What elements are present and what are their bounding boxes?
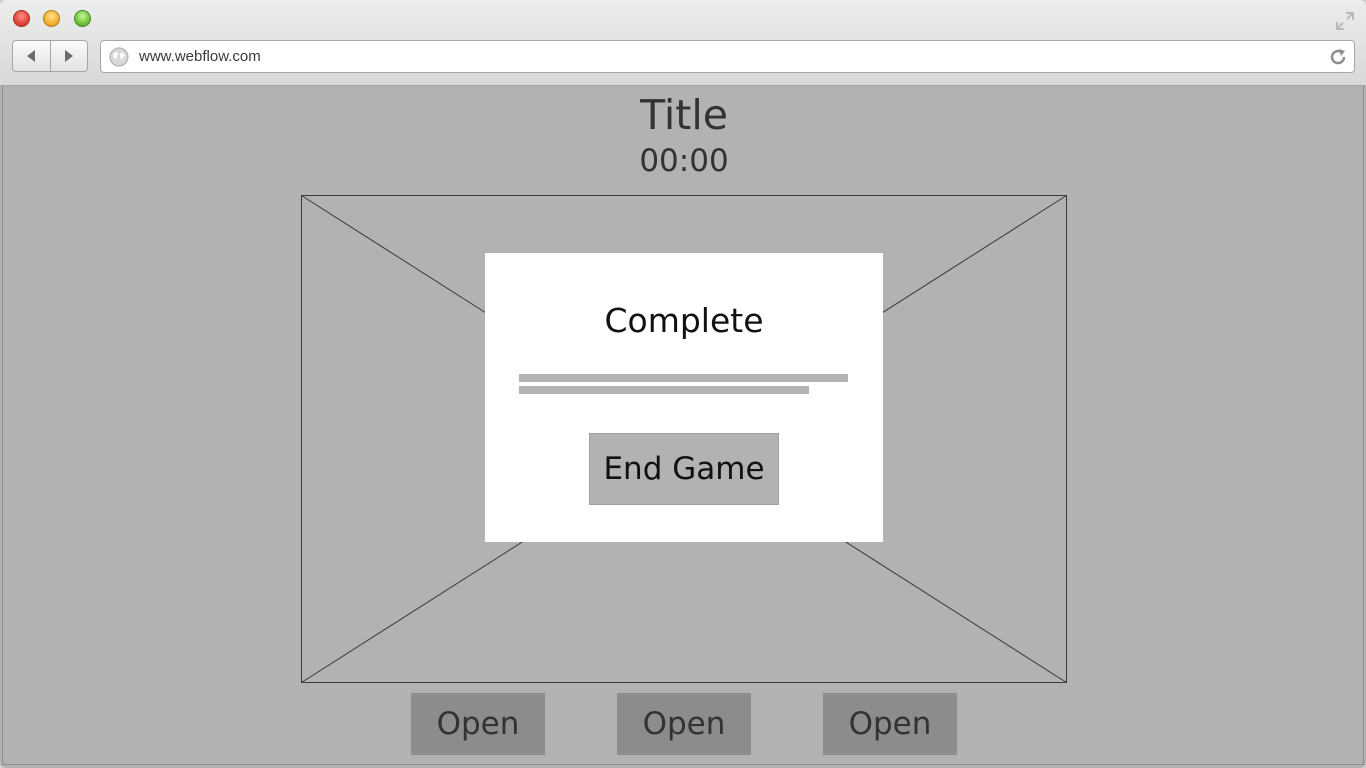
fullscreen-icon[interactable] [1334, 10, 1356, 32]
close-window-button[interactable] [13, 10, 30, 27]
url-text: www.webflow.com [139, 48, 261, 65]
history-navigation [12, 40, 88, 72]
back-arrow-icon [27, 50, 36, 62]
open-button-2[interactable]: Open [617, 693, 751, 755]
complete-dialog: Complete End Game [485, 253, 883, 542]
back-button[interactable] [13, 41, 50, 71]
reload-icon[interactable] [1328, 47, 1348, 67]
minimize-window-button[interactable] [43, 10, 60, 27]
page-content: Title 00:00 Complete End Game Open Open … [2, 86, 1364, 765]
maximize-window-button[interactable] [74, 10, 91, 27]
text-placeholder-line [519, 386, 809, 394]
address-bar[interactable]: www.webflow.com [100, 40, 1355, 73]
globe-icon [109, 47, 129, 67]
end-game-button[interactable]: End Game [589, 433, 779, 505]
forward-arrow-icon [64, 50, 73, 62]
dialog-title: Complete [604, 301, 764, 340]
text-placeholder-line [519, 374, 848, 382]
forward-button[interactable] [49, 41, 88, 71]
open-button-1[interactable]: Open [411, 693, 545, 755]
page-title: Title [640, 91, 728, 139]
game-timer: 00:00 [639, 143, 729, 179]
open-button-3[interactable]: Open [823, 693, 957, 755]
browser-toolbar: www.webflow.com [0, 0, 1366, 86]
browser-window: www.webflow.com Title 00:00 Complete End… [0, 0, 1366, 768]
